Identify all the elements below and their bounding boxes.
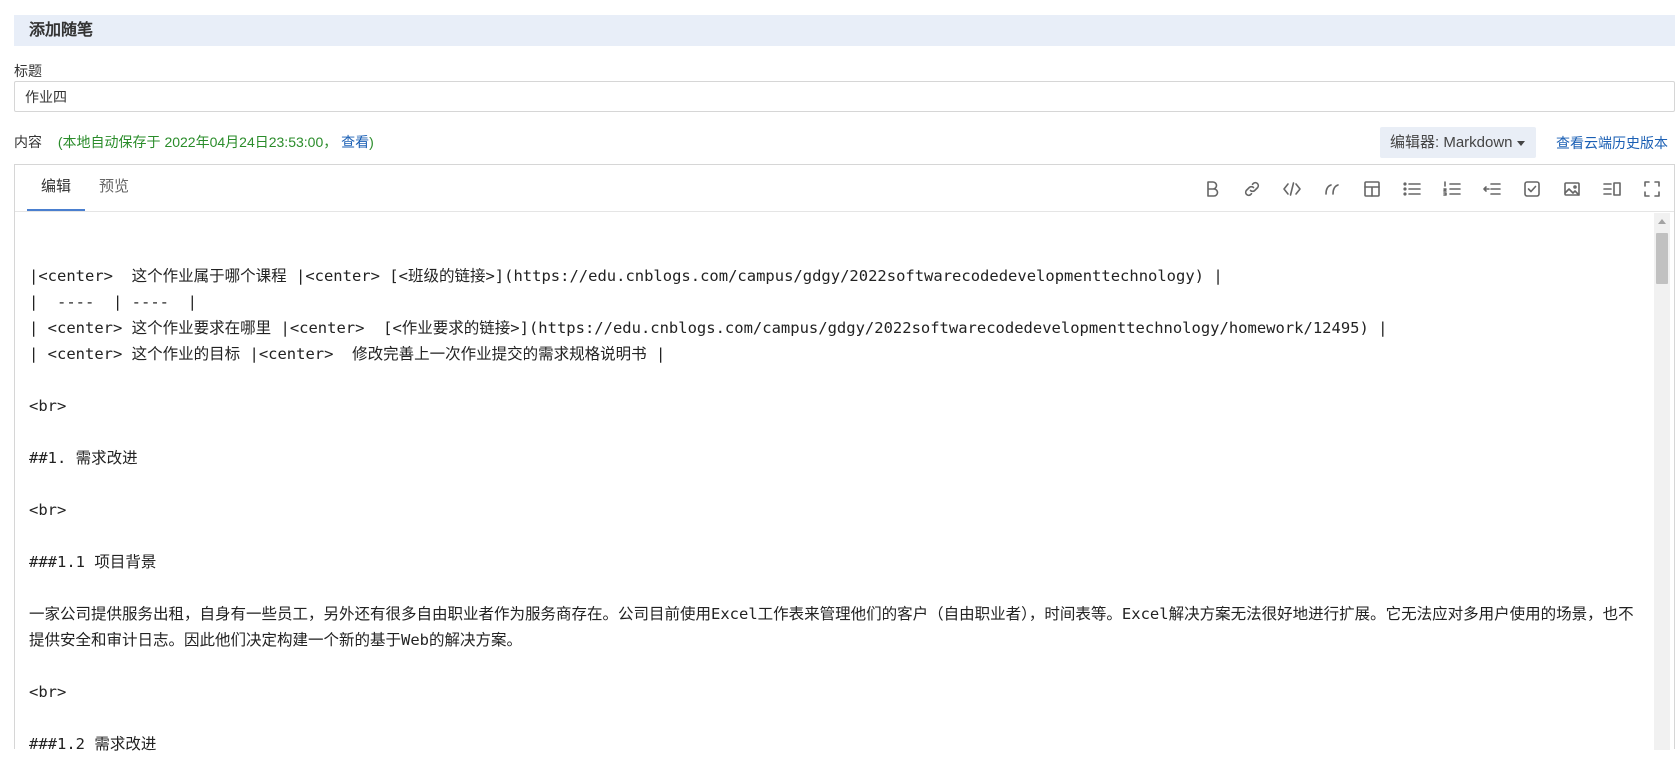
- markdown-textarea[interactable]: |<center> 这个作业属于哪个课程 |<center> [<班级的链接>]…: [29, 237, 1649, 757]
- code-line: 一家公司提供服务出租，自身有一些员工，另外还有很多自由职业者作为服务商存在。公司…: [29, 605, 1634, 649]
- cloud-history-link[interactable]: 查看云端历史版本: [1556, 133, 1668, 153]
- table-icon[interactable]: [1360, 177, 1384, 201]
- title-input[interactable]: [14, 81, 1675, 112]
- checkbox-icon[interactable]: [1520, 177, 1544, 201]
- code-line: ###1.2 需求改进: [29, 735, 157, 753]
- code-line: | <center> 这个作业的目标 |<center> 修改完善上一次作业提交…: [29, 345, 666, 363]
- editor-type-dropdown[interactable]: 编辑器: Markdown: [1380, 127, 1536, 158]
- content-label-row: 内容 (本地自动保存于 2022年04月24日23:53:00， 查看): [14, 132, 374, 152]
- link-icon[interactable]: [1240, 177, 1264, 201]
- tabs-divider: [15, 211, 1674, 212]
- split-view-icon[interactable]: [1600, 177, 1624, 201]
- title-label: 标题: [14, 63, 42, 79]
- autosave-text: (本地自动保存于 2022年04月24日23:53:00，: [57, 134, 338, 150]
- autosave-suffix: ): [369, 134, 374, 150]
- scrollbar-thumb[interactable]: [1656, 233, 1668, 284]
- page-title: 添加随笔: [29, 22, 94, 39]
- code-line: | <center> 这个作业要求在哪里 |<center> [<作业要求的链接…: [29, 319, 1388, 337]
- image-icon[interactable]: [1560, 177, 1584, 201]
- tab-edit[interactable]: 编辑: [27, 165, 86, 211]
- code-line: ##1. 需求改进: [29, 449, 138, 467]
- autosave-view-link[interactable]: 查看: [341, 134, 369, 150]
- editor-type-label: 编辑器: Markdown: [1390, 134, 1513, 151]
- code-line: <br>: [29, 683, 67, 701]
- code-line: ###1.1 项目背景: [29, 553, 157, 571]
- unordered-list-icon[interactable]: [1400, 177, 1424, 201]
- bold-icon[interactable]: [1200, 177, 1224, 201]
- markdown-editor: 编辑 预览 |<center> 这个作业属于哪个课程 |<center> [<班级…: [14, 164, 1675, 753]
- chevron-down-icon: [1516, 140, 1525, 146]
- scroll-up-arrow-icon[interactable]: [1658, 219, 1666, 224]
- autosave-status: (本地自动保存于 2022年04月24日23:53:00， 查看): [58, 134, 374, 150]
- content-label: 内容: [14, 134, 42, 150]
- quote-icon[interactable]: [1320, 177, 1344, 201]
- editor-tabs: 编辑 预览: [27, 165, 143, 211]
- code-icon[interactable]: [1280, 177, 1304, 201]
- editor-toolbar: [1184, 177, 1664, 201]
- indent-icon[interactable]: [1480, 177, 1504, 201]
- page-header: 添加随笔: [14, 15, 1675, 46]
- fullscreen-icon[interactable]: [1640, 177, 1664, 201]
- code-line: |<center> 这个作业属于哪个课程 |<center> [<班级的链接>]…: [29, 267, 1223, 285]
- code-line: <br>: [29, 397, 67, 415]
- code-line: | ---- | ---- |: [29, 293, 197, 311]
- ordered-list-icon[interactable]: [1440, 177, 1464, 201]
- tab-preview[interactable]: 预览: [85, 165, 143, 209]
- editor-scrollbar[interactable]: [1654, 213, 1670, 750]
- code-line: <br>: [29, 501, 67, 519]
